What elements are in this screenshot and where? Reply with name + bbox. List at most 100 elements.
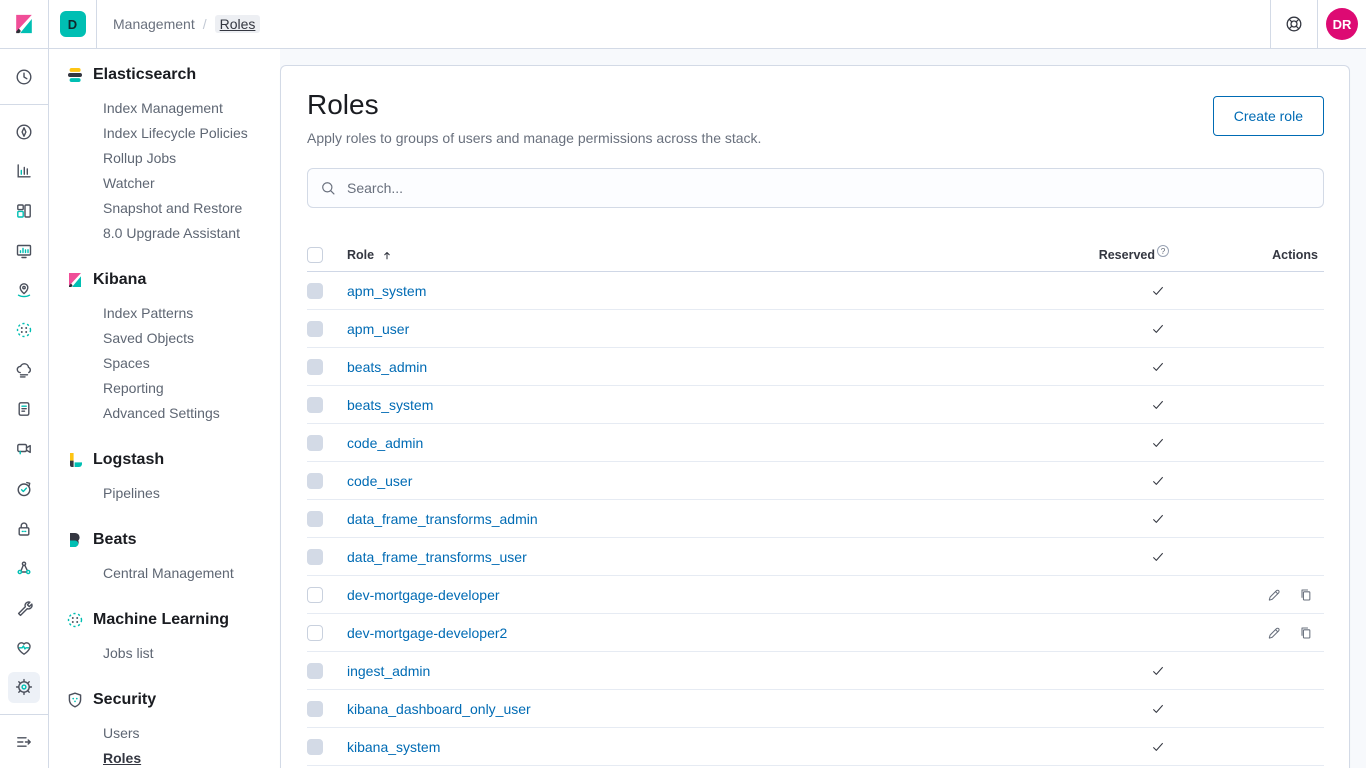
create-role-button[interactable]: Create role xyxy=(1213,96,1324,136)
uptime-icon[interactable] xyxy=(8,473,40,505)
role-link[interactable]: dev-mortgage-developer2 xyxy=(347,625,507,641)
management-icon[interactable] xyxy=(8,672,40,704)
sidebar-item-central-management[interactable]: Central Management xyxy=(103,561,280,586)
stack-monitoring-icon[interactable] xyxy=(8,632,40,664)
sidebar-section-title: Security xyxy=(93,691,156,709)
sidebar-item-watcher[interactable]: Watcher xyxy=(103,171,280,196)
table-row: kibana_system xyxy=(307,728,1324,766)
role-link[interactable]: apm_user xyxy=(347,321,409,337)
space-badge: D xyxy=(60,11,86,37)
row-checkbox[interactable] xyxy=(307,549,323,565)
machine-learning-icon[interactable] xyxy=(8,314,40,346)
table-row: ingest_admin xyxy=(307,652,1324,690)
user-menu-button[interactable]: DR xyxy=(1317,0,1366,48)
row-checkbox[interactable] xyxy=(307,283,323,299)
maps-icon[interactable] xyxy=(8,275,40,307)
apm-icon[interactable] xyxy=(8,354,40,386)
sidebar-item-jobs-list[interactable]: Jobs list xyxy=(103,641,280,666)
role-link[interactable]: code_admin xyxy=(347,435,423,451)
help-button[interactable] xyxy=(1270,0,1317,48)
reserved-check-icon xyxy=(1150,549,1166,565)
clone-role-button[interactable] xyxy=(1294,583,1318,607)
sidebar-section: Logstash Pipelines xyxy=(65,450,280,506)
avatar: DR xyxy=(1326,8,1358,40)
reserved-help-icon[interactable]: ? xyxy=(1157,245,1169,257)
row-checkbox[interactable] xyxy=(307,739,323,755)
breadcrumb-roles[interactable]: Roles xyxy=(215,15,261,33)
sidebar-section: Security UsersRoles xyxy=(65,690,280,768)
breadcrumb-management[interactable]: Management xyxy=(113,16,195,32)
sidebar-item-users[interactable]: Users xyxy=(103,721,280,746)
role-link[interactable]: data_frame_transforms_admin xyxy=(347,511,538,527)
row-checkbox[interactable] xyxy=(307,473,323,489)
reserved-check-icon xyxy=(1150,397,1166,413)
sidebar-item-rollup-jobs[interactable]: Rollup Jobs xyxy=(103,146,280,171)
role-link[interactable]: apm_system xyxy=(347,283,426,299)
row-checkbox[interactable] xyxy=(307,701,323,717)
reserved-check-icon xyxy=(1150,435,1166,451)
edit-role-button[interactable] xyxy=(1262,583,1286,607)
clone-role-button[interactable] xyxy=(1294,621,1318,645)
row-checkbox[interactable] xyxy=(307,587,323,603)
reserved-check-icon xyxy=(1150,739,1166,755)
row-checkbox[interactable] xyxy=(307,435,323,451)
role-link[interactable]: beats_admin xyxy=(347,359,427,375)
role-link[interactable]: beats_system xyxy=(347,397,433,413)
reserved-check-icon xyxy=(1150,701,1166,717)
kibana-logo-button[interactable] xyxy=(0,0,49,48)
role-link[interactable]: data_frame_transforms_user xyxy=(347,549,527,565)
sidebar-item-index-lifecycle-policies[interactable]: Index Lifecycle Policies xyxy=(103,121,280,146)
security-logo-icon xyxy=(65,690,85,710)
row-checkbox[interactable] xyxy=(307,397,323,413)
recently-viewed-icon[interactable] xyxy=(8,61,40,93)
logs-icon[interactable] xyxy=(8,394,40,426)
row-checkbox[interactable] xyxy=(307,663,323,679)
discover-icon[interactable] xyxy=(8,116,40,148)
role-column-header[interactable]: Role xyxy=(339,248,1049,262)
role-link[interactable]: kibana_system xyxy=(347,739,440,755)
sidebar-item-reporting[interactable]: Reporting xyxy=(103,376,280,401)
pencil-icon xyxy=(1266,587,1282,603)
metrics-icon[interactable] xyxy=(8,433,40,465)
sidebar-section: Elasticsearch Index ManagementIndex Life… xyxy=(65,65,280,246)
dev-tools-icon[interactable] xyxy=(8,592,40,624)
visualize-icon[interactable] xyxy=(8,155,40,187)
sidebar-section-title: Kibana xyxy=(93,271,146,289)
dashboard-icon[interactable] xyxy=(8,195,40,227)
role-link[interactable]: kibana_dashboard_only_user xyxy=(347,701,531,717)
space-selector[interactable]: D xyxy=(49,0,97,48)
role-link[interactable]: ingest_admin xyxy=(347,663,430,679)
sidebar-item-saved-objects[interactable]: Saved Objects xyxy=(103,326,280,351)
sidebar-item-snapshot-and-restore[interactable]: Snapshot and Restore xyxy=(103,196,280,221)
table-row: code_user xyxy=(307,462,1324,500)
sidebar-item-index-management[interactable]: Index Management xyxy=(103,96,280,121)
table-row: kibana_dashboard_only_user xyxy=(307,690,1324,728)
page-subtitle: Apply roles to groups of users and manag… xyxy=(307,130,761,146)
sidebar-item-roles[interactable]: Roles xyxy=(103,746,280,768)
sidebar-section: Kibana Index PatternsSaved ObjectsSpaces… xyxy=(65,270,280,426)
row-checkbox[interactable] xyxy=(307,625,323,641)
row-checkbox[interactable] xyxy=(307,511,323,527)
reserved-column-header: Reserved xyxy=(1099,248,1155,262)
sidebar-item-index-patterns[interactable]: Index Patterns xyxy=(103,301,280,326)
table-row: dev-mortgage-developer2 xyxy=(307,614,1324,652)
select-all-checkbox[interactable] xyxy=(307,247,323,263)
breadcrumb-separator: / xyxy=(203,16,207,32)
sidebar-item-pipelines[interactable]: Pipelines xyxy=(103,481,280,506)
sidebar-item-advanced-settings[interactable]: Advanced Settings xyxy=(103,401,280,426)
graph-icon[interactable] xyxy=(8,552,40,584)
role-link[interactable]: code_user xyxy=(347,473,412,489)
row-checkbox[interactable] xyxy=(307,359,323,375)
rail-divider xyxy=(0,714,48,715)
edit-role-button[interactable] xyxy=(1262,621,1286,645)
row-checkbox[interactable] xyxy=(307,321,323,337)
collapse-nav-icon[interactable] xyxy=(8,726,40,758)
role-link[interactable]: dev-mortgage-developer xyxy=(347,587,500,603)
copy-icon xyxy=(1298,625,1314,641)
sidebar-item-8-0-upgrade-assistant[interactable]: 8.0 Upgrade Assistant xyxy=(103,221,280,246)
table-row: dev-mortgage-developer xyxy=(307,576,1324,614)
canvas-icon[interactable] xyxy=(8,235,40,267)
siem-icon[interactable] xyxy=(8,513,40,545)
sidebar-item-spaces[interactable]: Spaces xyxy=(103,351,280,376)
search-input[interactable] xyxy=(347,180,1311,196)
